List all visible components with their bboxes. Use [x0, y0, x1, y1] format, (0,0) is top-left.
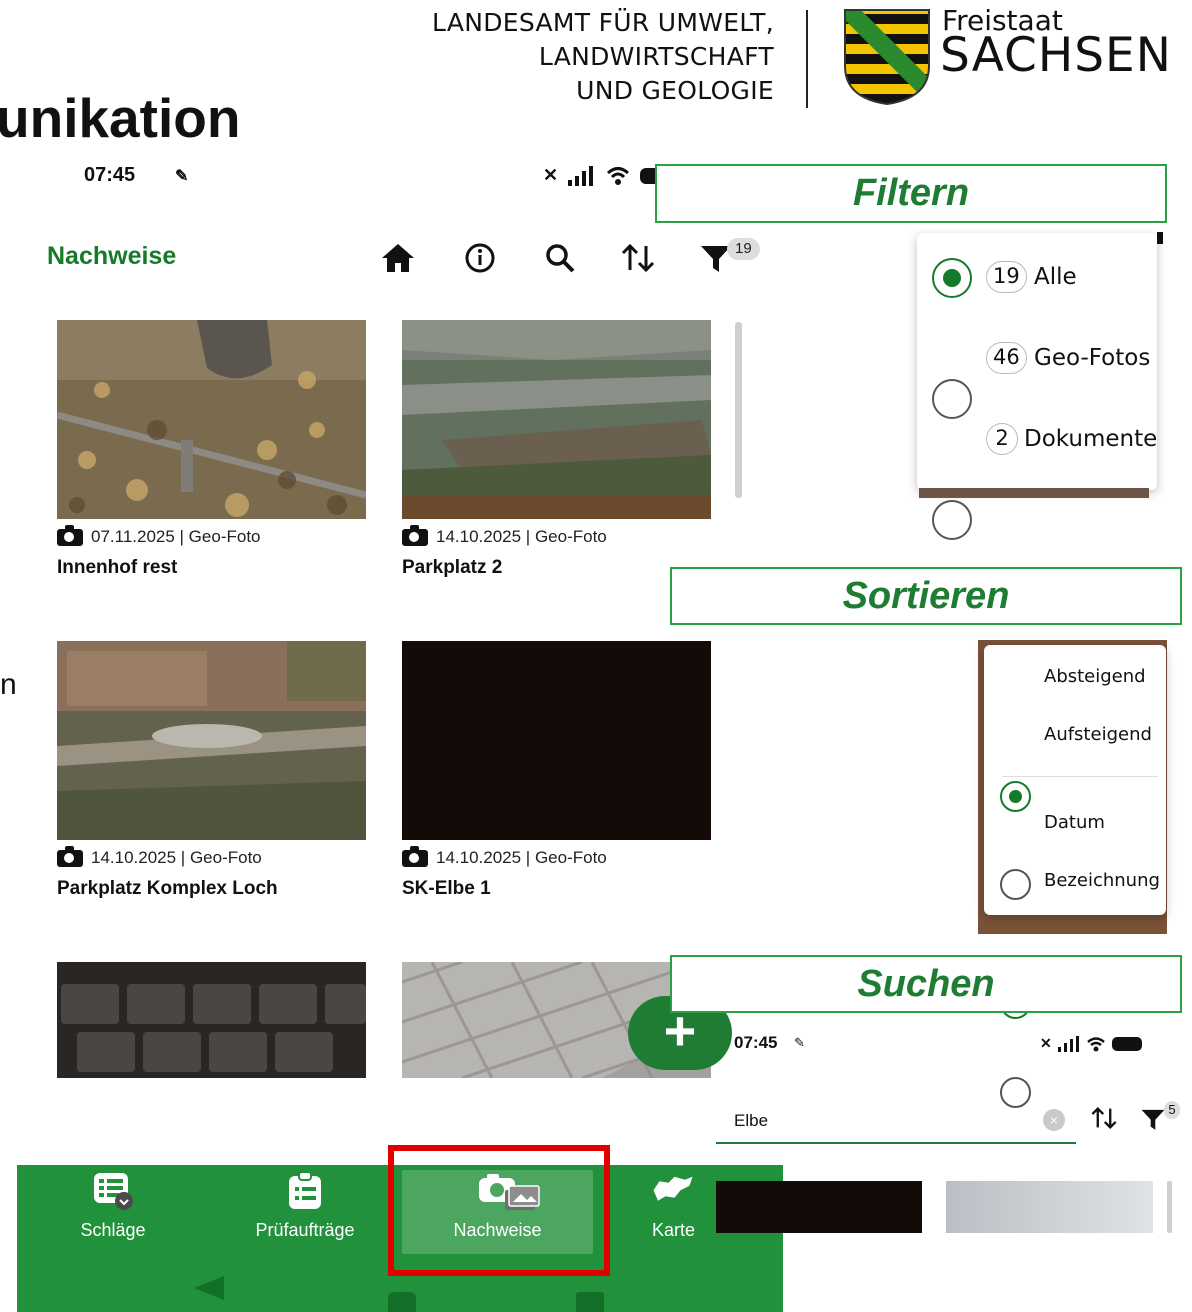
item-meta: 14.10.2025 | Geo-Foto: [402, 524, 607, 547]
system-recents-button[interactable]: [576, 1292, 604, 1312]
system-back-button[interactable]: [194, 1276, 224, 1300]
scrollbar[interactable]: [735, 322, 742, 498]
sort-descending-radio[interactable]: [1000, 781, 1031, 812]
home-button[interactable]: [376, 236, 420, 280]
filter-option-label[interactable]: Alle: [1034, 264, 1077, 290]
item-title[interactable]: SK-Elbe 1: [402, 878, 491, 900]
map-icon: [652, 1170, 694, 1212]
search-input[interactable]: Elbe: [734, 1111, 768, 1131]
camera-icon: [57, 845, 83, 867]
filter-option-label[interactable]: Geo-Fotos: [1034, 345, 1150, 371]
agency-line-3: UND GEOLOGIE: [576, 76, 774, 105]
search-underline: [716, 1142, 1076, 1144]
filter-option-geofotos-radio[interactable]: [932, 379, 972, 419]
slide-title: unikation: [0, 87, 241, 149]
search-button[interactable]: [538, 236, 582, 280]
info-button[interactable]: [458, 236, 502, 280]
item-meta: 07.11.2025 | Geo-Foto: [57, 524, 261, 547]
list-icon: [92, 1170, 134, 1212]
agency-line-1: LANDESAMT FÜR UMWELT,: [432, 8, 774, 37]
filter-count: 2: [986, 423, 1018, 455]
scrollbar[interactable]: [1167, 1181, 1172, 1233]
filter-icon: [1141, 1109, 1165, 1130]
agency-line-2: LANDWIRTSCHAFT: [538, 42, 774, 71]
battery-icon: [1111, 1036, 1142, 1051]
thumbnail-sk-elbe[interactable]: [402, 641, 711, 840]
sort-option-label[interactable]: Absteigend: [1044, 666, 1146, 687]
logo-divider: [806, 10, 808, 108]
callout-sort: Sortieren: [670, 567, 1182, 625]
sort-icon: [1091, 1107, 1117, 1129]
search-result-thumbnail[interactable]: [716, 1181, 922, 1233]
underlying-image: [919, 488, 1149, 498]
callout-search: Suchen: [670, 955, 1182, 1013]
system-home-button[interactable]: [388, 1292, 416, 1312]
thumbnail-innenhof[interactable]: [57, 320, 366, 519]
clipboard-icon: [284, 1170, 326, 1212]
mute-icon: ✕: [1040, 1035, 1052, 1051]
sort-option-label[interactable]: Datum: [1044, 812, 1105, 833]
notification-icon: ✎: [794, 1035, 805, 1050]
item-meta: 14.10.2025 | Geo-Foto: [402, 845, 607, 868]
clear-search-icon[interactable]: ×: [1043, 1109, 1065, 1131]
mute-icon: ✕: [543, 165, 559, 185]
info-icon: [465, 243, 495, 273]
sort-option-label[interactable]: Aufsteigend: [1044, 724, 1152, 745]
agency-name: LANDESAMT FÜR UMWELT, LANDWIRTSCHAFT UND…: [414, 6, 774, 108]
filter-option-label[interactable]: Dokumente: [1024, 426, 1157, 452]
filter-count: 46: [986, 342, 1027, 374]
wifi-icon: [607, 166, 630, 185]
signal-icon: [1057, 1035, 1079, 1052]
sort-divider: [1002, 776, 1158, 777]
saxony-crest-icon: [844, 9, 930, 106]
nav-label: Schläge: [80, 1220, 146, 1240]
filter-count: 19: [986, 261, 1027, 293]
status-time: 07:45: [84, 164, 136, 186]
item-title[interactable]: Parkplatz 2: [402, 557, 502, 579]
home-icon: [382, 244, 414, 272]
sort-by-name-radio[interactable]: [1000, 1077, 1031, 1108]
item-title[interactable]: Parkplatz Komplex Loch: [57, 878, 278, 900]
search-filter-button[interactable]: [1140, 1106, 1166, 1137]
popup-edge: [1157, 232, 1163, 244]
search-sort-button[interactable]: [1090, 1104, 1118, 1137]
nav-pruefauftraege[interactable]: Prüfaufträge: [240, 1170, 370, 1256]
brand-sachsen: SACHSEN: [940, 28, 1172, 83]
search-filter-badge: 5: [1164, 1101, 1180, 1119]
notification-icon: ✎: [175, 168, 189, 185]
page-title: Nachweise: [47, 242, 177, 270]
sort-icon: [621, 243, 655, 273]
thumbnail-keyboard[interactable]: [57, 962, 366, 1078]
search-result-thumbnail[interactable]: [946, 1181, 1153, 1233]
filter-count-badge: 19: [727, 238, 760, 260]
sort-option-label[interactable]: Bezeichnung: [1044, 870, 1160, 891]
item-title[interactable]: Innenhof rest: [57, 557, 177, 579]
thumbnail-parkplatz-2[interactable]: [402, 320, 711, 519]
filter-option-alle-radio[interactable]: [932, 258, 972, 298]
callout-filter: Filtern: [655, 164, 1167, 223]
camera-icon: [57, 524, 83, 546]
filter-option-dokumente-radio[interactable]: [932, 500, 972, 540]
sort-ascending-radio[interactable]: [1000, 869, 1031, 900]
camera-icon: [402, 524, 428, 546]
signal-icon: [568, 165, 594, 186]
slide-text-fragment: n: [0, 668, 17, 701]
nav-schlaege[interactable]: Schläge: [58, 1170, 168, 1256]
nav-label: Prüfaufträge: [255, 1220, 355, 1240]
item-meta: 14.10.2025 | Geo-Foto: [57, 845, 262, 868]
sort-button[interactable]: [616, 236, 660, 280]
camera-icon: [402, 845, 428, 867]
wifi-icon: [1086, 1036, 1105, 1051]
thumbnail-parkplatz-komplex[interactable]: [57, 641, 366, 840]
highlight-frame: [388, 1145, 610, 1276]
search-status-icons: ✕: [1040, 1035, 1142, 1052]
nav-label: Karte: [652, 1220, 696, 1240]
search-icon: [546, 244, 575, 273]
search-status-time: 07:45: [734, 1033, 778, 1052]
